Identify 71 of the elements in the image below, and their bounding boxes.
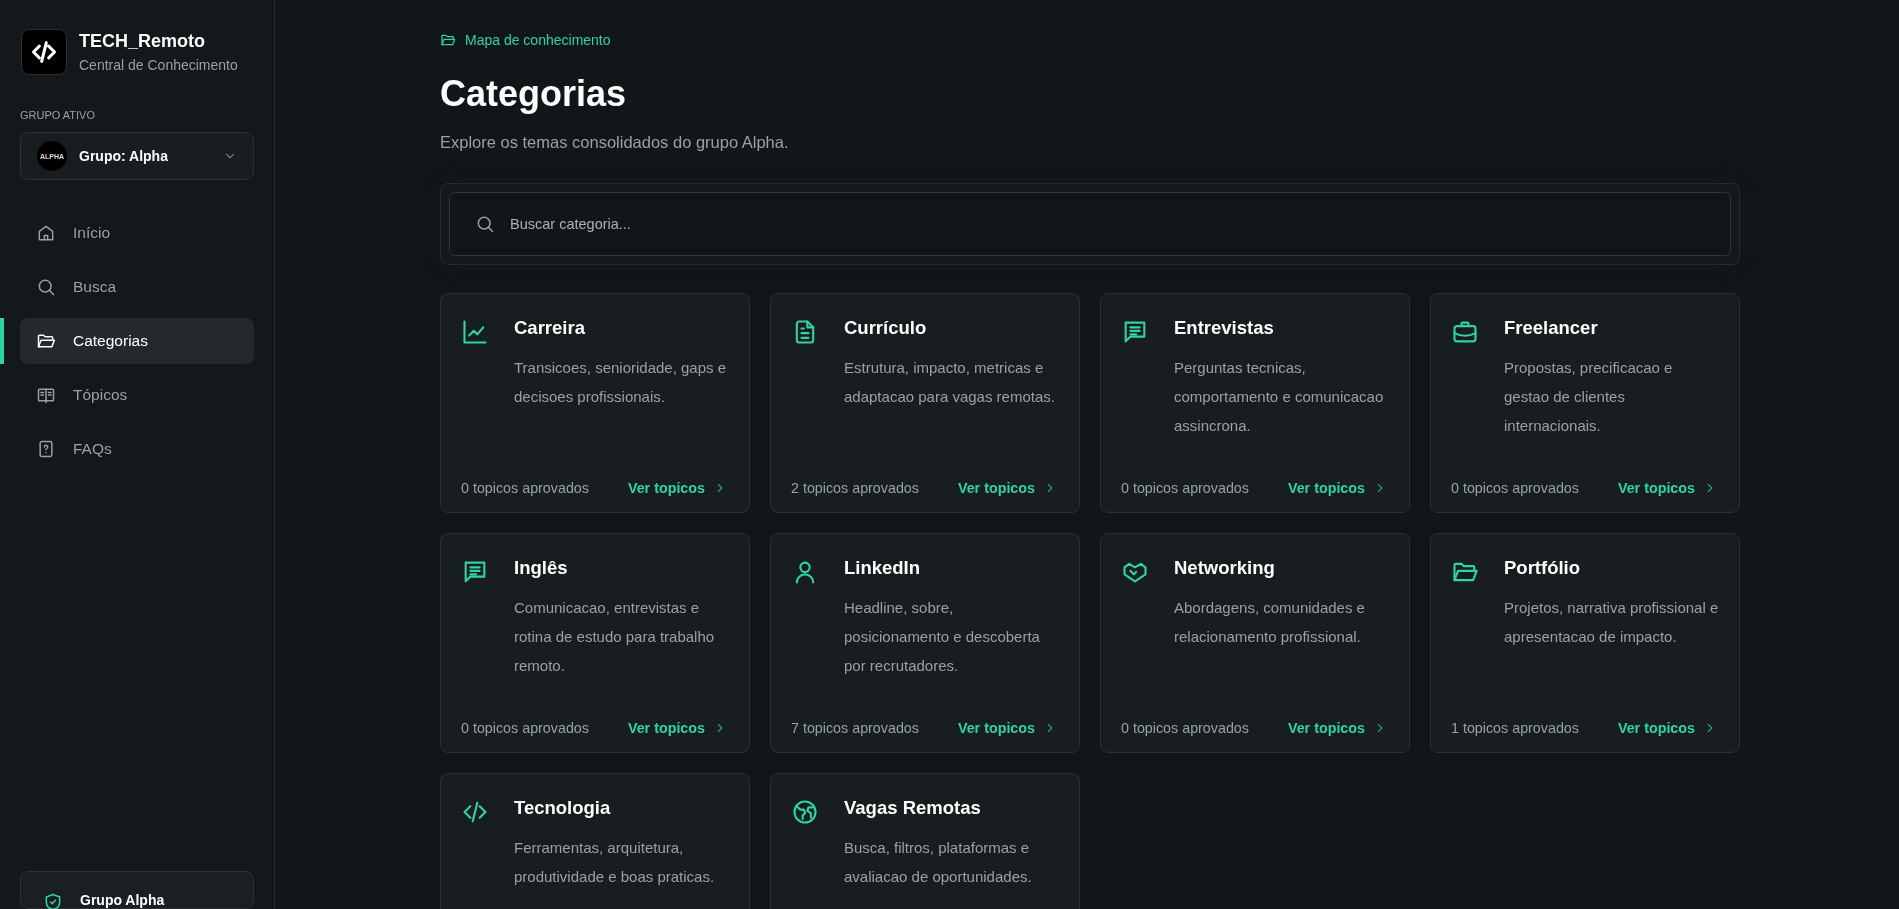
card-description: Abordagens, comunidades e relacionamento profissional. [1174, 598, 1366, 647]
page-subtitle: Explore os temas consolidados do grupo Alpha. [440, 133, 790, 152]
card-description: Busca, filtros, plataformas e avaliacao de oportunidades. [844, 838, 1033, 887]
card-title: Freelancer [1504, 316, 1599, 340]
chart-icon [461, 318, 489, 346]
book-icon [36, 385, 56, 405]
group-name: Grupo: Alpha [79, 148, 169, 164]
group-card-title: Grupo Alpha [80, 892, 165, 908]
view-topics-link[interactable]: Ver topicos [1617, 720, 1717, 736]
nav-item[interactable]: FAQs [20, 426, 254, 472]
shield-check-icon [43, 892, 63, 909]
card-title: Portfólio [1504, 556, 1582, 580]
card-title: Inglês [514, 556, 569, 580]
view-topics-link[interactable]: Ver topicos [1617, 480, 1717, 496]
page-title: Categorias [440, 72, 628, 116]
nav-item[interactable]: Busca [20, 264, 254, 310]
category-card[interactable]: Carreira Transicoes, senioridade, gaps e decisoes profissionais. 0 topicos aprovados Ver topicos [440, 293, 750, 513]
card-description: Transicoes, senioridade, gaps e decisoes profissionais. [514, 358, 728, 407]
question-icon [36, 439, 56, 459]
card-description: Comunicacao, entrevistas e rotina de estudo para trabalho remoto. [514, 598, 716, 676]
topic-count: 0 topicos aprovados [1451, 480, 1579, 496]
card-description: Perguntas tecnicas, comportamento e comunicacao assincrona. [1174, 358, 1385, 436]
topic-count: 0 topicos aprovados [461, 480, 589, 496]
category-card[interactable]: Inglês Comunicacao, entrevistas e rotina de estudo para trabalho remoto. 0 topicos aprovados Ver topicos [440, 533, 750, 753]
card-title: Tecnologia [514, 796, 612, 820]
topic-count: 0 topicos aprovados [1121, 480, 1249, 496]
view-topics-link[interactable]: Ver topicos [1287, 720, 1387, 736]
nav-item[interactable]: Categorias [20, 318, 254, 364]
search-field[interactable]: Buscar categoria... [449, 192, 1731, 256]
category-card[interactable]: Entrevistas Perguntas tecnicas, comportamento e comunicacao assincrona. 0 topicos aprovados Ver topicos [1100, 293, 1410, 513]
category-card[interactable]: Currículo Estrutura, impacto, metricas e adaptacao para vagas remotas. 2 topicos aprovados Ver topicos [770, 293, 1080, 513]
category-card[interactable]: Vagas Remotas Busca, filtros, plataformas e avaliacao de oportunidades. [770, 773, 1080, 909]
category-card[interactable]: Networking Abordagens, comunidades e relacionamento profissional. 0 topicos aprovados Ver topicos [1100, 533, 1410, 753]
category-card[interactable]: Freelancer Propostas, precificacao e gestao de clientes internacionais. 0 topicos aprovados Ver topicos [1430, 293, 1740, 513]
card-description: Ferramentas, arquitetura, produtividade e boas praticas. [514, 838, 716, 887]
folder-icon [36, 331, 56, 351]
nav-item[interactable]: Tópicos [20, 372, 254, 418]
card-title: Vagas Remotas [844, 796, 982, 820]
card-title: Networking [1174, 556, 1276, 580]
brand-title: TECH_Remoto [79, 31, 206, 52]
topic-count: 7 topicos aprovados [791, 720, 919, 736]
category-card[interactable]: LinkedIn Headline, sobre, posicionamento e descoberta por recrutadores. 7 topicos aprovados Ver topicos [770, 533, 1080, 753]
logo-icon [21, 29, 67, 75]
globe-icon [791, 798, 819, 826]
card-title: Carreira [514, 316, 586, 340]
topic-count: 0 topicos aprovados [1121, 720, 1249, 736]
brand-subtitle: Central de Conhecimento [79, 57, 238, 73]
view-topics-link[interactable]: Ver topicos [627, 720, 727, 736]
card-title: Currículo [844, 316, 928, 340]
card-description: Headline, sobre, posicionamento e descoberta por recrutadores. [844, 598, 1041, 676]
category-card[interactable]: Portfólio Projetos, narrativa profissional e apresentacao de impacto. 1 topicos aprovados Ver topicos [1430, 533, 1740, 753]
card-title: LinkedIn [844, 556, 922, 580]
breadcrumb[interactable]: Mapa de conhecimento [465, 32, 611, 48]
view-topics-link[interactable]: Ver topicos [957, 480, 1057, 496]
card-description: Projetos, narrativa profissional e apresentacao de impacto. [1504, 598, 1719, 647]
view-topics-link[interactable]: Ver topicos [627, 480, 727, 496]
topic-count: 2 topicos aprovados [791, 480, 919, 496]
view-topics-link[interactable]: Ver topicos [1287, 480, 1387, 496]
topic-count: 0 topicos aprovados [461, 720, 589, 736]
category-card[interactable]: Tecnologia Ferramentas, arquitetura, produtividade e boas praticas. [440, 773, 750, 909]
card-description: Propostas, precificacao e gestao de clientes internacionais. [1504, 358, 1674, 436]
card-title: Entrevistas [1174, 316, 1275, 340]
section-label: GRUPO ATIVO [20, 109, 96, 121]
folder-icon [440, 32, 456, 48]
search-icon [475, 214, 495, 234]
nav-item[interactable]: Início [20, 210, 254, 256]
topic-count: 1 topicos aprovados [1451, 720, 1579, 736]
view-topics-link[interactable]: Ver topicos [957, 720, 1057, 736]
search-icon [36, 277, 56, 297]
card-description: Estrutura, impacto, metricas e adaptacao para vagas remotas. [844, 358, 1056, 407]
home-icon [36, 223, 56, 243]
